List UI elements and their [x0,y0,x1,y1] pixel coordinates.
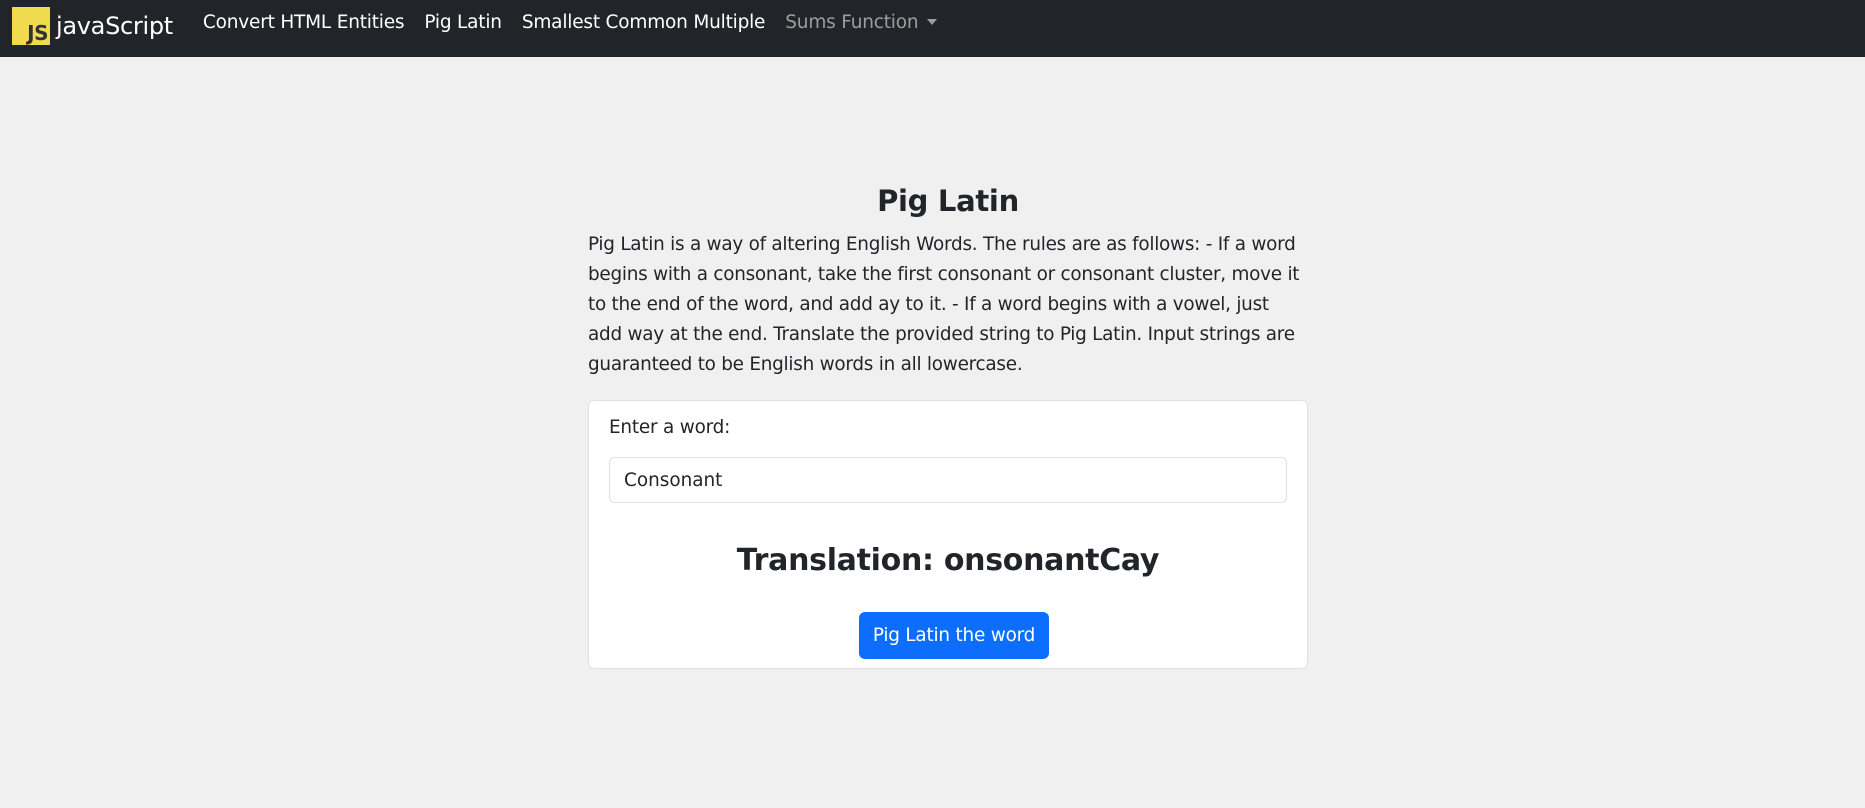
page-title: Pig Latin [877,184,1019,218]
chevron-down-icon [927,18,938,25]
nav-dropdown-label: Sums Function [785,12,919,33]
translator-card: Enter a word: Translation: onsonantCay P… [588,400,1308,669]
javascript-logo-icon: JS [12,6,50,45]
brand-link[interactable]: JS javaScript [12,0,173,54]
nav-menu: Convert HTML Entities Pig Latin Smallest… [189,12,943,33]
navbar: JS javaScript Convert HTML Entities Pig … [0,0,1865,57]
nav-link-smallest-common-multiple[interactable]: Smallest Common Multiple [522,12,766,33]
nav-dropdown-sums-function[interactable]: Sums Function [785,12,938,33]
pig-latin-button[interactable]: Pig Latin the word [858,612,1050,659]
brand-name: javaScript [56,11,173,40]
main-content: Pig Latin Pig Latin is a way of altering… [588,176,1308,669]
logo-text: JS [27,20,48,45]
word-input-label: Enter a word: [609,417,731,438]
nav-link-convert-html-entities[interactable]: Convert HTML Entities [203,12,405,33]
nav-link-pig-latin[interactable]: Pig Latin [424,12,502,33]
description: Pig Latin is a way of altering English W… [588,234,1300,375]
word-input[interactable] [609,457,1287,503]
translation-output: Translation: onsonantCay [736,543,1160,578]
